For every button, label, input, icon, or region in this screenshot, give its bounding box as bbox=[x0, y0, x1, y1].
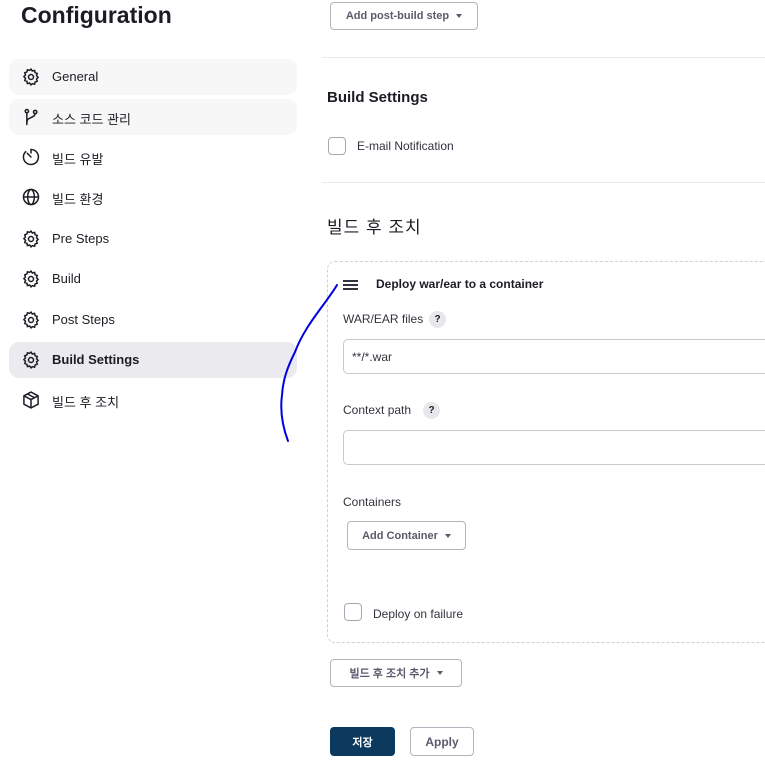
email-notification-label: E-mail Notification bbox=[357, 139, 454, 153]
caret-down-icon bbox=[436, 671, 443, 675]
context-path-input[interactable] bbox=[343, 430, 765, 465]
add-post-build-action-button[interactable]: 빌드 후 조치 추가 bbox=[330, 659, 462, 687]
package-icon bbox=[21, 390, 41, 410]
add-container-button[interactable]: Add Container bbox=[347, 521, 466, 550]
gear-icon bbox=[21, 269, 41, 289]
branch-icon bbox=[21, 107, 41, 127]
sidebar-item-general[interactable]: General bbox=[9, 59, 297, 95]
page-title: Configuration bbox=[21, 2, 172, 28]
war-files-input[interactable] bbox=[343, 339, 765, 374]
help-icon[interactable]: ? bbox=[423, 402, 440, 419]
add-post-build-step-button[interactable]: Add post-build step bbox=[330, 2, 478, 30]
drag-handle-icon[interactable] bbox=[343, 280, 358, 290]
deploy-on-failure-checkbox[interactable] bbox=[344, 603, 362, 621]
sidebar-item-label: 빌드 후 조치 bbox=[52, 395, 120, 410]
button-label: Add Container bbox=[362, 529, 438, 542]
apply-button[interactable]: Apply bbox=[410, 727, 474, 756]
button-label: Add post-build step bbox=[345, 10, 450, 22]
save-button[interactable]: 저장 bbox=[330, 727, 395, 756]
sidebar-item-label: General bbox=[52, 69, 99, 84]
sidebar-item-label: 소스 코드 관리 bbox=[52, 112, 131, 127]
gear-icon bbox=[21, 229, 41, 249]
sidebar-item-build-settings[interactable]: Build Settings bbox=[9, 342, 297, 378]
context-path-label: Context path bbox=[343, 403, 412, 417]
deploy-panel-title: Deploy war/ear to a container bbox=[376, 277, 544, 291]
war-files-label: WAR/EAR files bbox=[343, 312, 424, 326]
email-notification-checkbox[interactable] bbox=[328, 137, 346, 155]
deploy-on-failure-label: Deploy on failure bbox=[373, 607, 464, 621]
section-divider bbox=[322, 57, 765, 58]
sidebar-item-label: 빌드 환경 bbox=[52, 192, 104, 207]
sidebar-item-post-build-actions[interactable]: 빌드 후 조치 bbox=[9, 382, 297, 418]
caret-down-icon bbox=[444, 533, 451, 538]
sidebar-item-label: Build Settings bbox=[52, 352, 140, 367]
sidebar-item-build-triggers[interactable]: 빌드 유발 bbox=[9, 139, 297, 175]
gear-icon bbox=[21, 67, 41, 87]
post-build-actions-heading: 빌드 후 조치 bbox=[327, 218, 422, 237]
sidebar-item-pre-steps[interactable]: Pre Steps bbox=[9, 221, 297, 257]
sidebar-item-build[interactable]: Build bbox=[9, 261, 297, 297]
sidebar-item-label: Build bbox=[52, 271, 81, 286]
build-settings-heading: Build Settings bbox=[327, 89, 428, 106]
gear-icon bbox=[21, 310, 41, 330]
help-icon[interactable]: ? bbox=[429, 311, 446, 328]
sidebar-item-source-code[interactable]: 소스 코드 관리 bbox=[9, 99, 297, 135]
sidebar-item-label: 빌드 유발 bbox=[52, 152, 104, 167]
section-divider bbox=[322, 182, 765, 183]
globe-icon bbox=[21, 187, 41, 207]
timer-icon bbox=[21, 147, 41, 167]
gear-icon bbox=[21, 350, 41, 370]
sidebar-item-label: Post Steps bbox=[52, 312, 115, 327]
containers-label: Containers bbox=[343, 495, 402, 509]
sidebar-item-label: Pre Steps bbox=[52, 231, 110, 246]
sidebar-item-post-steps[interactable]: Post Steps bbox=[9, 302, 297, 338]
sidebar-item-build-environment[interactable]: 빌드 환경 bbox=[9, 179, 297, 215]
caret-down-icon bbox=[456, 14, 463, 18]
button-label: 빌드 후 조치 추가 bbox=[349, 668, 430, 680]
